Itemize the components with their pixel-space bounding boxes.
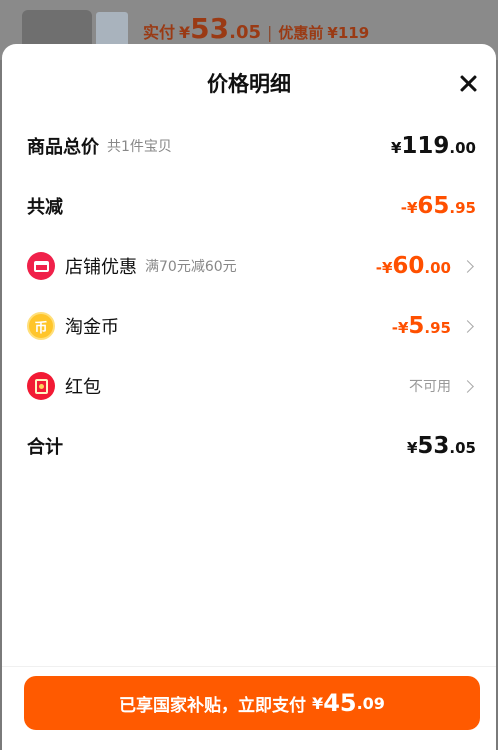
store-int: 60 — [392, 253, 425, 279]
chevron-right-icon — [461, 379, 474, 393]
row-total-reduced: 共减 -¥ 65 .95 — [27, 186, 476, 226]
coin-yen: -¥ — [391, 319, 409, 337]
total-sub: 共1件宝贝 — [107, 139, 172, 155]
coin-int: 5 — [408, 313, 425, 339]
store-label: 店铺优惠 — [65, 257, 137, 278]
total-yen: ¥ — [390, 139, 402, 157]
pay-yen: ¥ — [179, 23, 191, 42]
pay-dec: .05 — [229, 22, 262, 43]
row-red-packet[interactable]: 红包 不可用 — [27, 366, 476, 406]
store-value: -¥ 60 .00 — [376, 253, 451, 279]
sum-int: 53 — [417, 433, 450, 459]
reduced-yen: -¥ — [400, 199, 418, 217]
pay-button-int: 45 — [323, 689, 357, 717]
red-packet-label: 红包 — [65, 377, 101, 398]
red-packet-icon — [27, 372, 55, 400]
pay-int: 53 — [190, 12, 230, 45]
price-detail-sheet: 价格明细 商品总价 共1件宝贝 ¥ 119 .00 共减 -¥ 65 .95 店… — [2, 44, 496, 750]
reduced-label: 共减 — [27, 197, 63, 218]
reduced-dec: .95 — [449, 199, 476, 217]
sheet-title: 价格明细 — [207, 72, 291, 96]
row-store-discount[interactable]: 店铺优惠 满70元减60元 -¥ 60 .00 — [27, 246, 476, 286]
total-int: 119 — [401, 133, 450, 159]
before-price: ¥119 — [327, 24, 370, 42]
store-sub: 满70元减60元 — [145, 259, 237, 275]
total-label: 商品总价 — [27, 137, 99, 158]
pay-label: 实付 — [143, 23, 176, 42]
sum-dec: .05 — [449, 439, 476, 457]
red-packet-status: 不可用 — [409, 379, 451, 395]
chevron-right-icon — [461, 259, 474, 273]
row-sum: 合计 ¥ 53 .05 — [27, 426, 476, 466]
product-thumbnail-secondary — [96, 12, 128, 48]
pay-button-yen: ¥ — [312, 693, 324, 713]
store-dec: .00 — [424, 259, 451, 277]
coin-icon: 币 — [27, 312, 55, 340]
sum-yen: ¥ — [406, 439, 418, 457]
pay-button-text: 已享国家补贴，立即支付 — [119, 695, 307, 716]
row-total-price: 商品总价 共1件宝贝 ¥ 119 .00 — [27, 126, 476, 166]
store-yen: -¥ — [375, 259, 393, 277]
row-taobao-coin[interactable]: 币 淘金币 -¥ 5 .95 — [27, 306, 476, 346]
store-icon — [27, 252, 55, 280]
close-icon[interactable] — [454, 70, 482, 98]
before-label: 优惠前 — [278, 24, 324, 42]
background-price-summary: 实付 ¥ 53 .05 | 优惠前 ¥119 — [143, 12, 369, 45]
total-value: ¥ 119 .00 — [391, 133, 476, 159]
pay-button-dec: .09 — [356, 693, 385, 713]
reduced-int: 65 — [417, 193, 450, 219]
chevron-right-icon — [461, 319, 474, 333]
coin-dec: .95 — [424, 319, 451, 337]
total-dec: .00 — [449, 139, 476, 157]
pay-button[interactable]: 已享国家补贴，立即支付 ¥ 45 .09 — [24, 676, 480, 730]
reduced-value: -¥ 65 .95 — [401, 193, 476, 219]
coin-value: -¥ 5 .95 — [392, 313, 451, 339]
footer-divider — [2, 666, 496, 667]
coin-label: 淘金币 — [65, 317, 119, 338]
sum-label: 合计 — [27, 437, 63, 458]
price-separator: | — [267, 23, 273, 42]
sum-value: ¥ 53 .05 — [407, 433, 476, 459]
